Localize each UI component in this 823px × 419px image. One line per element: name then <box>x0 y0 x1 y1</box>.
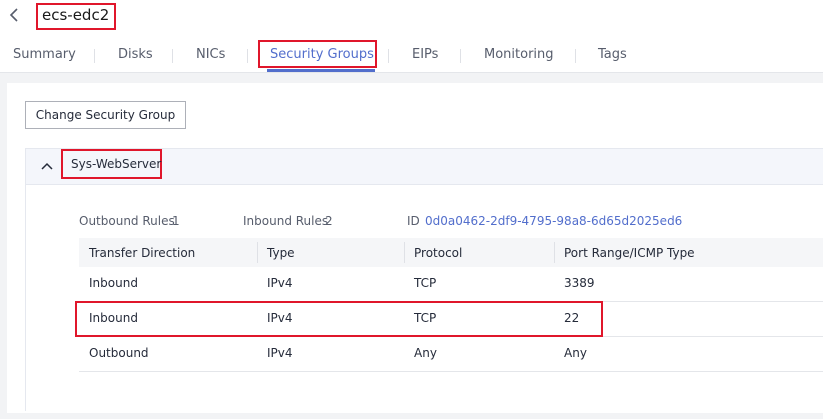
tab-summary[interactable]: Summary <box>13 47 76 62</box>
tab-bar: Summary Disks NICs Security Groups EIPs … <box>0 40 823 72</box>
column-header-protocol: Protocol <box>414 246 463 260</box>
tab-divider <box>247 49 248 63</box>
security-group-name: Sys-WebServer <box>71 157 162 171</box>
cell-transfer-direction: Outbound <box>89 346 149 360</box>
cell-type: IPv4 <box>267 346 293 360</box>
column-divider <box>404 242 405 263</box>
column-divider <box>554 242 555 263</box>
column-header-port-range: Port Range/ICMP Type <box>564 246 695 260</box>
page-header: ecs-edc2 <box>0 0 823 36</box>
tab-divider <box>460 49 461 63</box>
row-divider <box>79 371 823 372</box>
column-header-transfer-direction: Transfer Direction <box>89 246 196 260</box>
tab-divider <box>575 49 576 63</box>
chevron-left-icon[interactable] <box>8 7 22 23</box>
tab-disks[interactable]: Disks <box>118 47 153 62</box>
tab-divider <box>94 49 95 63</box>
security-group-id-label: ID <box>407 214 420 228</box>
tab-eips[interactable]: EIPs <box>412 47 438 62</box>
column-divider <box>257 242 258 263</box>
tab-divider <box>388 49 389 63</box>
page-title: ecs-edc2 <box>42 6 110 24</box>
cell-transfer-direction: Inbound <box>89 276 138 290</box>
chevron-up-icon[interactable] <box>40 158 54 172</box>
tab-tags[interactable]: Tags <box>598 47 627 62</box>
cell-port-range: 3389 <box>564 276 595 290</box>
inbound-rules-count: 2 <box>325 214 333 228</box>
change-security-group-button[interactable]: Change Security Group <box>25 101 186 129</box>
security-group-id-link[interactable]: 0d0a0462-2df9-4795-98a8-6d65d2025ed6 <box>425 214 682 228</box>
inbound-rules-label: Inbound Rules <box>243 214 329 228</box>
cell-protocol: Any <box>414 346 437 360</box>
tab-nics[interactable]: NICs <box>196 47 225 62</box>
row-highlight-box <box>75 301 603 337</box>
outbound-rules-label: Outbound Rules <box>79 214 175 228</box>
cell-port-range: Any <box>564 346 587 360</box>
tab-divider <box>172 49 173 63</box>
outbound-rules-count: 1 <box>172 214 180 228</box>
cell-protocol: TCP <box>414 276 437 290</box>
tab-monitoring[interactable]: Monitoring <box>484 47 554 62</box>
cell-type: IPv4 <box>267 276 293 290</box>
column-header-type: Type <box>267 246 295 260</box>
tab-highlight-box <box>258 40 377 68</box>
